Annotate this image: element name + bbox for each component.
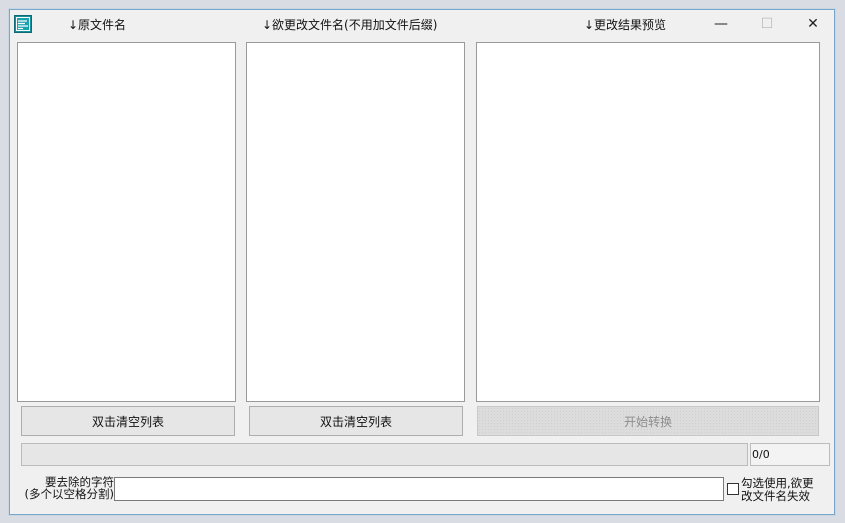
new-names-list[interactable]: [246, 42, 465, 402]
remove-chars-input[interactable]: [114, 477, 724, 501]
original-names-list[interactable]: [17, 42, 236, 402]
close-icon: ✕: [807, 16, 819, 32]
use-remove-chars-label[interactable]: 勾选使用,欲更 改文件名失效: [741, 477, 831, 503]
app-icon[interactable]: [14, 15, 32, 33]
use-remove-chars-checkbox[interactable]: [727, 483, 739, 495]
progress-bar: [21, 443, 748, 466]
checkbox-label-line2: 改文件名失效: [741, 489, 810, 503]
header-new-names: ↓欲更改文件名(不用加文件后缀): [262, 18, 438, 32]
main-window: ↓原文件名 ↓欲更改文件名(不用加文件后缀) ↓更改结果预览 — ☐ ✕ 双击清…: [9, 9, 835, 515]
progress-counter: 0/0: [750, 443, 830, 466]
preview-list[interactable]: [476, 42, 820, 402]
clear-original-list-button[interactable]: 双击清空列表: [21, 406, 235, 436]
minimize-button[interactable]: —: [698, 10, 744, 38]
start-convert-button[interactable]: 开始转换: [477, 406, 819, 436]
maximize-button[interactable]: ☐: [744, 10, 790, 38]
close-button[interactable]: ✕: [790, 10, 836, 38]
maximize-icon: ☐: [760, 16, 774, 32]
header-preview: ↓更改结果预览: [584, 18, 667, 32]
minimize-icon: —: [714, 16, 728, 32]
clear-new-list-button[interactable]: 双击清空列表: [249, 406, 463, 436]
remove-chars-label-line2: (多个以空格分割): [24, 487, 114, 501]
header-original-names: ↓原文件名: [68, 18, 127, 32]
title-bar: ↓原文件名 ↓欲更改文件名(不用加文件后缀) ↓更改结果预览 — ☐ ✕: [10, 10, 834, 38]
remove-chars-label: 要去除的字符 (多个以空格分割): [15, 476, 114, 500]
